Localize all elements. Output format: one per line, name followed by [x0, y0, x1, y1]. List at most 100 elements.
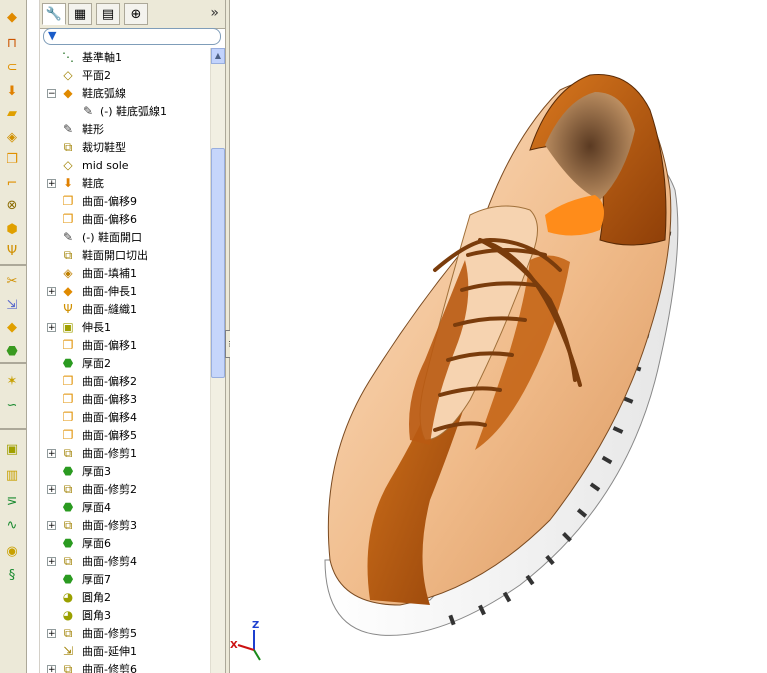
tree-item[interactable]: ❐ 曲面-偏移9: [40, 192, 208, 210]
fill-surface-icon[interactable]: ◆: [2, 318, 22, 336]
expand-icon[interactable]: +: [47, 448, 56, 458]
radiate-surface-icon[interactable]: ⌐: [2, 174, 22, 192]
expand-icon[interactable]: +: [47, 520, 56, 530]
split-line-icon: ⧉: [63, 139, 73, 154]
tree-item-label: 圓角2: [82, 591, 111, 604]
tree-item-label: 曲面-偏移9: [82, 195, 137, 208]
triad-z-label: Z: [252, 620, 260, 631]
tree-item[interactable]: ❐ 曲面-偏移2: [40, 372, 208, 390]
tree-item[interactable]: ✎ 鞋形: [40, 120, 208, 138]
panel-more-button[interactable]: »: [210, 5, 219, 21]
extrude-feature-icon[interactable]: ◆: [2, 8, 22, 26]
tree-item[interactable]: ◇ mid sole: [40, 156, 208, 174]
tree-item[interactable]: ✎ (-) 鞋面開口: [40, 228, 208, 246]
tree-item[interactable]: + ⧉ 曲面-修剪2: [40, 480, 208, 498]
trim-surface-icon: ⧉: [63, 625, 73, 640]
offset-surface-icon[interactable]: ❐: [2, 150, 22, 168]
plane-icon: ◇: [63, 158, 73, 172]
tree-item[interactable]: ⋱ 基準軸1: [40, 48, 208, 66]
expand-icon[interactable]: +: [47, 664, 56, 673]
extend-surface-icon[interactable]: ⇲: [2, 296, 22, 314]
tree-item[interactable]: + ⧉ 曲面-修剪6: [40, 660, 208, 673]
knit-surface-icon[interactable]: Ψ: [2, 242, 22, 260]
planar-surface-icon[interactable]: ◈: [2, 128, 22, 146]
scroll-thumb[interactable]: [211, 148, 225, 378]
tree-item[interactable]: ⬣ 厚面2: [40, 354, 208, 372]
sweep-feature-icon[interactable]: ⊂: [2, 58, 22, 76]
tree-item-label: 鞋面開口切出: [82, 249, 148, 262]
delete-face-icon[interactable]: ⊗: [2, 196, 22, 214]
tree-item[interactable]: ✎ (-) 鞋底弧線1: [40, 102, 208, 120]
tree-item[interactable]: ❐ 曲面-偏移1: [40, 336, 208, 354]
expand-icon[interactable]: +: [47, 286, 56, 296]
expand-icon[interactable]: +: [47, 556, 56, 566]
tree-item-label: 曲面-修剪1: [82, 447, 137, 460]
tree-item[interactable]: + ⧉ 曲面-修剪1: [40, 444, 208, 462]
graphics-viewport[interactable]: Z X: [230, 0, 767, 673]
scroll-up-arrow-icon[interactable]: ▲: [211, 48, 225, 64]
feature-toolbar: ◆ ⊓ ⊂ ⬇ ▰ ◈ ❐ ⌐ ⊗ ⬢ Ψ ✂ ⇲ ◆ ⬣ ✶ ∽ ▣ ▥ ⋝ ∿ ◉ §: [0, 0, 27, 673]
trim-surface-icon[interactable]: ✂: [2, 272, 22, 290]
replace-face-icon[interactable]: ⬢: [2, 220, 22, 238]
tree-item-label: 曲面-偏移6: [82, 213, 137, 226]
tree-item[interactable]: ⬣ 厚面6: [40, 534, 208, 552]
tree-filter-input[interactable]: ▼: [43, 28, 221, 45]
tree-item[interactable]: ❐ 曲面-偏移5: [40, 426, 208, 444]
loft-feature-icon[interactable]: ⬇: [2, 82, 22, 100]
tree-item[interactable]: − ◆ 鞋底弧線: [40, 84, 208, 102]
tree-item[interactable]: ◈ 曲面-填補1: [40, 264, 208, 282]
tree-item[interactable]: ⬣ 厚面3: [40, 462, 208, 480]
tree-item[interactable]: ⧉ 裁切鞋型: [40, 138, 208, 156]
tree-item[interactable]: + ◆ 曲面-伸長1: [40, 282, 208, 300]
tree-item-label: 平面2: [82, 69, 111, 82]
helix-icon[interactable]: ◉: [2, 542, 22, 560]
revolve-feature-icon[interactable]: ⊓: [2, 34, 22, 52]
tree-item[interactable]: Ψ 曲面-縫織1: [40, 300, 208, 318]
tree-item[interactable]: + ⧉ 曲面-修剪4: [40, 552, 208, 570]
tree-item-label: 曲面-延伸1: [82, 645, 137, 658]
curve-through-points-icon[interactable]: ∽: [2, 396, 22, 414]
tree-item[interactable]: ◕ 圓角2: [40, 588, 208, 606]
tree-item-label: 曲面-縫織1: [82, 303, 137, 316]
offset-surface-icon: ❐: [62, 338, 74, 352]
tree-item-label: 曲面-修剪4: [82, 555, 137, 568]
tree-item[interactable]: ❐ 曲面-偏移4: [40, 408, 208, 426]
tree-item[interactable]: ⧉ 鞋面開口切出: [40, 246, 208, 264]
collapse-icon[interactable]: −: [47, 88, 56, 98]
expand-icon[interactable]: +: [47, 484, 56, 494]
shoe-model[interactable]: [230, 0, 767, 673]
tree-item[interactable]: ⬣ 厚面7: [40, 570, 208, 588]
dimxpert-manager-icon[interactable]: ⊕: [124, 3, 148, 25]
sketch-rectangle-icon[interactable]: ▣: [2, 440, 22, 458]
tree-item-label: 厚面7: [82, 573, 111, 586]
tree-item-label: 曲面-伸長1: [82, 285, 137, 298]
polyline-icon[interactable]: ⋝: [2, 492, 22, 510]
tree-item[interactable]: + ⧉ 曲面-修剪3: [40, 516, 208, 534]
expand-icon[interactable]: +: [47, 628, 56, 638]
expand-icon[interactable]: +: [47, 322, 56, 332]
tree-item[interactable]: + ⬇ 鞋底: [40, 174, 208, 192]
tree-scrollbar[interactable]: ▲: [210, 48, 225, 673]
tree-item[interactable]: ❐ 曲面-偏移6: [40, 210, 208, 228]
split-line-icon[interactable]: ✶: [2, 372, 22, 390]
configuration-manager-icon[interactable]: ▤: [96, 3, 120, 25]
axis-icon: ⋱: [62, 50, 74, 64]
mirror-icon[interactable]: ▥: [2, 466, 22, 484]
spline-icon[interactable]: ∿: [2, 516, 22, 534]
expand-icon[interactable]: +: [47, 178, 56, 188]
spiral-icon[interactable]: §: [2, 566, 22, 584]
feature-manager-icon[interactable]: 🔧: [42, 3, 66, 25]
tree-item-label: 鞋底弧線: [82, 87, 126, 100]
tree-item[interactable]: ◕ 圓角3: [40, 606, 208, 624]
tree-item[interactable]: + ▣ 伸長1: [40, 318, 208, 336]
tree-item[interactable]: ◇ 平面2: [40, 66, 208, 84]
thicken-icon[interactable]: ⬣: [2, 342, 22, 360]
property-manager-icon[interactable]: ▦: [68, 3, 92, 25]
surface-feature-icon: ◆: [63, 86, 73, 100]
tree-item[interactable]: ⇲ 曲面-延伸1: [40, 642, 208, 660]
boundary-surface-icon[interactable]: ▰: [2, 104, 22, 122]
tree-item[interactable]: + ⧉ 曲面-修剪5: [40, 624, 208, 642]
tree-item[interactable]: ⬣ 厚面4: [40, 498, 208, 516]
tree-item[interactable]: ❐ 曲面-偏移3: [40, 390, 208, 408]
tree-item-label: 曲面-修剪5: [82, 627, 137, 640]
